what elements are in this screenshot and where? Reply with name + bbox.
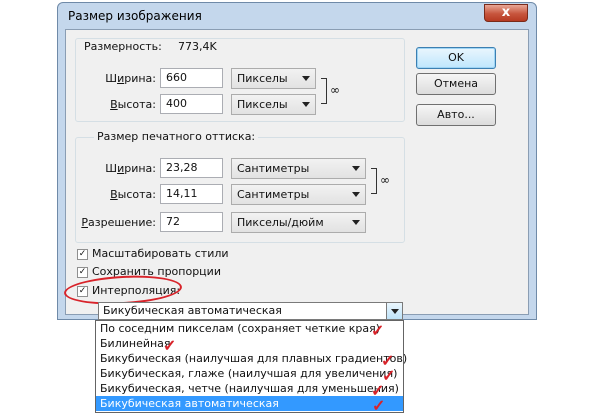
pixel-height-unit-select[interactable]: Пикселы (231, 94, 316, 115)
resolution-unit-select[interactable]: Пикселы/дюйм (231, 212, 366, 233)
doc-height-unit-select[interactable]: Сантиметры (231, 184, 366, 205)
annotation-check-icon: ✓ (372, 396, 386, 415)
resample-option[interactable]: Билинейная (96, 336, 403, 351)
chevron-down-icon (352, 166, 360, 171)
doc-width-unit: Сантиметры (237, 162, 310, 175)
doc-height-input[interactable]: 14,11 (160, 184, 223, 204)
link-icon: ∞ (330, 83, 340, 97)
ok-button[interactable]: OK (416, 47, 496, 69)
image-size-dialog: Размер изображения x Размерность: 773,4K… (57, 2, 537, 320)
title-bar: Размер изображения x (58, 3, 536, 29)
auto-button[interactable]: Авто... (416, 104, 496, 126)
dropdown-button[interactable] (386, 303, 402, 319)
chevron-down-icon (391, 309, 399, 314)
pixel-dimensions-label: Размерность: (81, 40, 165, 53)
chevron-down-icon (302, 102, 310, 107)
doc-width-input[interactable]: 23,28 (160, 158, 223, 178)
chevron-down-icon (302, 76, 310, 81)
pixel-height-input[interactable]: 400 (160, 94, 223, 114)
cancel-button[interactable]: Отмена (416, 73, 496, 95)
close-icon: x (501, 5, 511, 20)
resample-selected: Бикубическая автоматическая (103, 304, 282, 317)
resample-option[interactable]: Бикубическая, глаже (наилучшая для увели… (96, 366, 403, 381)
scale-styles-checkbox[interactable]: ✓ (77, 249, 88, 260)
pixel-dimensions-size: 773,4K (178, 40, 217, 53)
pixel-link-bracket (321, 78, 327, 104)
resample-option[interactable]: Бикубическая (наилучшая для плавных град… (96, 351, 407, 366)
pixel-width-input[interactable]: 660 (160, 68, 223, 88)
chevron-down-icon (352, 220, 360, 225)
pixel-height-label: Высота: (110, 98, 156, 111)
doc-link-bracket (371, 168, 377, 194)
doc-height-label: Высота: (110, 188, 156, 201)
link-icon: ∞ (380, 173, 390, 187)
constrain-proportions-checkbox[interactable]: ✓ (77, 267, 88, 278)
resolution-unit: Пикселы/дюйм (237, 216, 324, 229)
close-button[interactable]: x (484, 4, 528, 22)
check-icon: ✓ (78, 249, 87, 259)
pixel-width-unit: Пикселы (237, 72, 288, 85)
resolution-label: Разрешение: (81, 216, 156, 229)
check-icon: ✓ (78, 267, 87, 277)
pixel-height-unit: Пикселы (237, 98, 288, 111)
pixel-width-unit-select[interactable]: Пикселы (231, 68, 316, 89)
pixel-width-label: Ширина: (105, 72, 156, 85)
annotation-check-icon: ✓ (371, 321, 385, 340)
resample-option-selected[interactable]: Бикубическая автоматическая (96, 396, 403, 411)
resample-options-list: По соседним пикселам (сохраняет четкие к… (95, 320, 407, 413)
dialog-title: Размер изображения (68, 9, 202, 23)
resolution-input[interactable]: 72 (160, 212, 223, 232)
resample-option[interactable]: Бикубическая, четче (наилучшая для умень… (96, 381, 403, 396)
annotation-check-icon: ✓ (163, 336, 177, 355)
chevron-down-icon (352, 192, 360, 197)
doc-width-label: Ширина: (105, 162, 156, 175)
doc-height-unit: Сантиметры (237, 188, 310, 201)
doc-width-unit-select[interactable]: Сантиметры (231, 158, 366, 179)
dialog-content: Размерность: 773,4K Ширина: 660 Пикселы … (65, 29, 529, 315)
resample-dropdown[interactable]: Бикубическая автоматическая (98, 302, 403, 320)
scale-styles-label: Масштабировать стили (92, 247, 229, 260)
document-size-legend: Размер печатного оттиска: (94, 130, 259, 143)
resample-option[interactable]: По соседним пикселам (сохраняет четкие к… (96, 321, 403, 336)
